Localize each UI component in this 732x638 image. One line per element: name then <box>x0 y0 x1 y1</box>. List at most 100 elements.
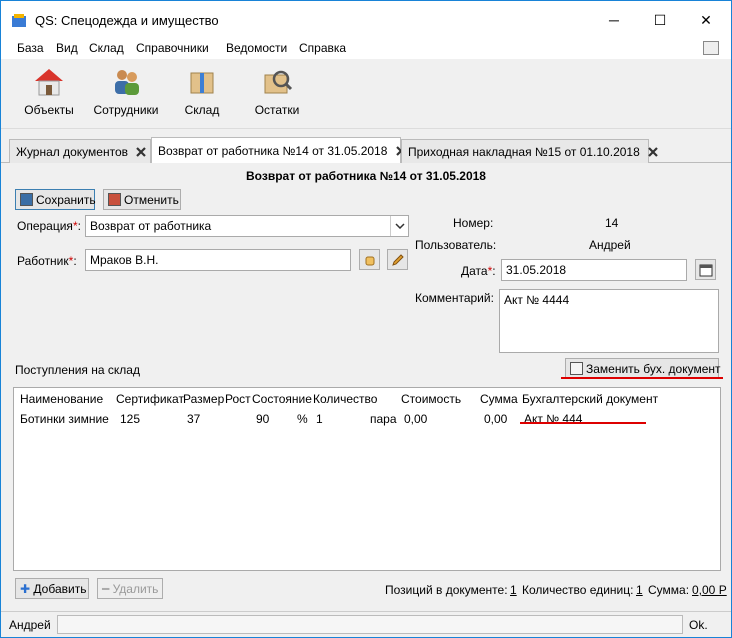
add-row-label: Добавить <box>33 582 87 596</box>
col-name[interactable]: Наименование <box>20 392 103 406</box>
col-sum[interactable]: Сумма <box>480 392 518 406</box>
edit-worker-button[interactable] <box>387 249 408 270</box>
receipts-table[interactable]: Наименование Сертификат Размер Рост Сост… <box>13 387 721 571</box>
house-icon <box>35 69 63 96</box>
toolbar-objects-button[interactable]: Объекты <box>21 67 77 117</box>
cell-size: 37 <box>187 412 201 426</box>
calendar-icon <box>699 264 712 276</box>
delete-row-button[interactable]: ━ Удалить <box>97 578 163 599</box>
tab-return[interactable]: Возврат от работника №14 от 31.05.2018 <box>151 137 406 163</box>
tab-journal[interactable]: Журнал документов <box>9 139 151 163</box>
cell-unit: пара <box>370 412 397 426</box>
toolbar-employees-button[interactable]: Сотрудники <box>91 67 161 117</box>
chevron-down-icon[interactable] <box>390 216 408 236</box>
sum-label: Сумма: <box>648 583 690 597</box>
comment-textarea[interactable]: Акт № 4444 <box>499 289 719 353</box>
toolbar-warehouse-label: Склад <box>184 103 220 117</box>
cell-quantity: 1 <box>316 412 323 426</box>
worker-field[interactable]: Мраков В.Н. <box>85 249 351 271</box>
plus-icon: ✚ <box>20 582 31 596</box>
positions-value[interactable]: 1 <box>510 583 517 597</box>
toolbar-employees-label: Сотрудники <box>93 103 159 117</box>
red-underline-button <box>561 377 723 379</box>
col-height[interactable]: Рост <box>225 392 251 406</box>
red-underline-cell <box>520 422 646 424</box>
minimize-button[interactable]: ─ <box>591 1 637 39</box>
status-state: Ok. <box>689 618 708 632</box>
cell-cost: 0,00 <box>404 412 428 426</box>
operation-value: Возврат от работника <box>90 219 212 233</box>
add-row-button[interactable]: ✚ Добавить <box>15 578 89 599</box>
col-cost[interactable]: Стоимость <box>401 392 461 406</box>
window-title: QS: Спецодежда и имущество <box>35 13 219 28</box>
save-label: Сохранить <box>36 193 96 207</box>
number-value: 14 <box>605 216 619 230</box>
select-worker-button[interactable] <box>359 249 380 270</box>
tab-return-label: Возврат от работника №14 от 31.05.2018 <box>158 144 388 158</box>
cell-state: 90 <box>256 412 270 426</box>
comment-value: Акт № 4444 <box>504 293 570 307</box>
col-accounting-doc[interactable]: Бухгалтерский документ <box>522 392 658 406</box>
toolbar-warehouse-button[interactable]: Склад <box>179 67 225 117</box>
floppy-icon <box>20 193 33 206</box>
comment-label: Комментарий: <box>415 291 494 305</box>
magnifier-box-icon <box>264 70 293 94</box>
sum-value[interactable]: 0,00 Р <box>692 583 727 597</box>
calculator-icon[interactable] <box>703 41 719 55</box>
cell-certificate: 125 <box>120 412 141 426</box>
menu-warehouse[interactable]: Склад <box>89 41 124 55</box>
toolbar-balances-label: Остатки <box>254 103 300 117</box>
toolbar-balances-button[interactable]: Остатки <box>249 67 305 117</box>
tab-journal-label: Журнал документов <box>16 145 129 159</box>
number-label: Номер: <box>453 216 494 230</box>
menu-view[interactable]: Вид <box>56 41 78 55</box>
cell-sum: 0,00 <box>484 412 508 426</box>
cancel-button[interactable]: Отменить <box>103 189 181 210</box>
worker-label: Работник*: <box>17 254 77 268</box>
close-button[interactable]: ✕ <box>683 1 729 39</box>
col-state[interactable]: Состояние <box>252 392 312 406</box>
cell-state-percent: % <box>297 412 308 426</box>
operation-combobox[interactable]: Возврат от работника <box>85 215 409 237</box>
maximize-button[interactable]: ☐ <box>637 1 683 39</box>
col-quantity[interactable]: Количество <box>313 392 377 406</box>
menu-reports[interactable]: Ведомости <box>226 41 287 55</box>
units-label: Количество единиц: <box>522 583 634 597</box>
tab-receipt-label: Приходная накладная №15 от 01.10.2018 <box>408 145 640 159</box>
delete-row-label: Удалить <box>112 582 159 596</box>
tab-receipt[interactable]: Приходная накладная №15 от 01.10.2018 <box>401 139 658 163</box>
date-field[interactable]: 31.05.2018 <box>501 259 687 281</box>
date-value: 31.05.2018 <box>506 263 567 277</box>
menu-help[interactable]: Справка <box>299 41 346 55</box>
hand-icon <box>365 256 374 265</box>
units-value[interactable]: 1 <box>636 583 643 597</box>
user-label: Пользователь: <box>415 238 497 252</box>
title-bar: QS: Спецодежда и имущество ─ ☐ ✕ <box>1 1 731 39</box>
menu-references[interactable]: Справочники <box>136 41 209 55</box>
close-tab-icon[interactable] <box>647 146 659 158</box>
cancel-label: Отменить <box>124 193 179 207</box>
document-title: Возврат от работника №14 от 31.05.2018 <box>246 169 486 183</box>
menu-bar: База Вид Склад Справочники Ведомости Спр… <box>1 39 731 59</box>
receipts-label: Поступления на склад <box>15 363 140 377</box>
close-tab-icon[interactable] <box>135 146 147 158</box>
replace-doc-button[interactable]: Заменить бух. документ <box>565 358 721 379</box>
status-user: Андрей <box>9 618 51 632</box>
operation-label: Операция*: <box>17 219 81 233</box>
calendar-button[interactable] <box>695 259 716 280</box>
app-window: QS: Спецодежда и имущество ─ ☐ ✕ База Ви… <box>0 0 732 638</box>
toolbar-objects-label: Объекты <box>24 103 74 117</box>
box-icon <box>190 72 214 94</box>
col-certificate[interactable]: Сертификат <box>116 392 184 406</box>
units-value-wrap: 1 <box>636 583 643 597</box>
people-icon <box>115 70 139 95</box>
save-button[interactable]: Сохранить <box>15 189 96 210</box>
minus-icon: ━ <box>102 582 110 596</box>
app-icon <box>12 14 26 27</box>
document-icon <box>570 362 583 375</box>
worker-value: Мраков В.Н. <box>90 253 159 267</box>
menu-base[interactable]: База <box>17 41 44 55</box>
col-size[interactable]: Размер <box>183 392 224 406</box>
status-progress <box>57 615 683 634</box>
user-value: Андрей <box>589 238 631 252</box>
